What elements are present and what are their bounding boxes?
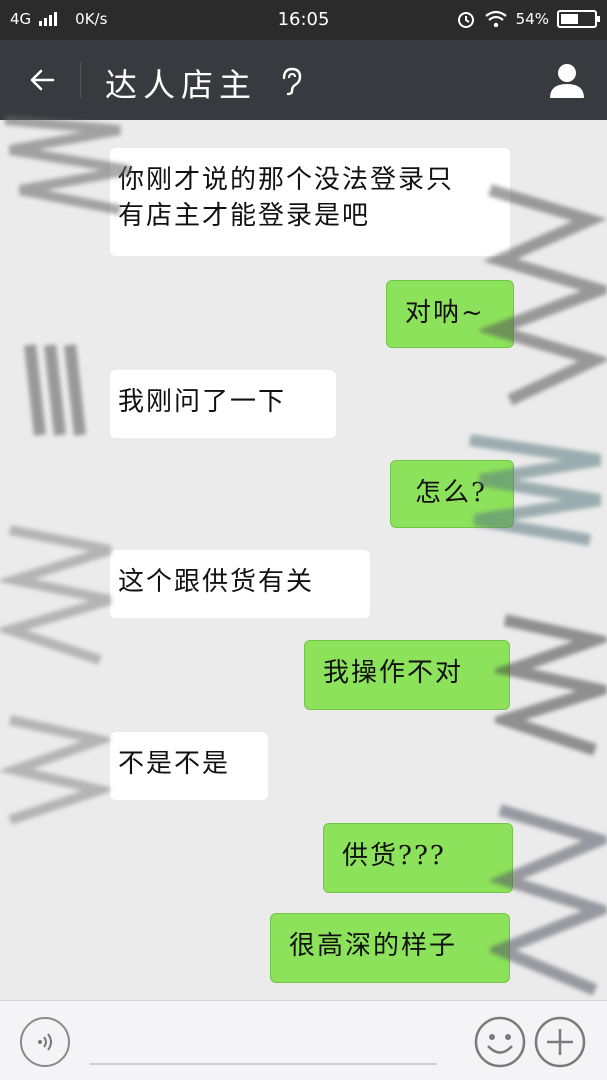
battery-icon — [557, 10, 600, 28]
status-right: 54% — [456, 9, 600, 29]
person-icon[interactable] — [547, 60, 587, 100]
redaction-scribble — [4, 115, 131, 215]
message-bubble-incoming[interactable]: 你刚才说的那个没法登录只 有店主才能登录是吧 — [110, 148, 510, 256]
voice-button[interactable] — [20, 1017, 70, 1067]
message-text: 供货??? — [342, 841, 446, 871]
plus-icon[interactable] — [533, 1015, 587, 1069]
redaction-scribble — [0, 715, 110, 825]
input-bar — [0, 1000, 607, 1080]
redaction-scribble — [24, 344, 86, 436]
message-line: 有店主才能登录是吧 — [118, 201, 371, 231]
smiley-icon[interactable] — [473, 1015, 527, 1069]
wifi-icon — [484, 10, 507, 28]
message-text: 我操作不对 — [323, 658, 464, 688]
voice-icon — [38, 1033, 52, 1051]
redaction-scribble — [0, 525, 112, 665]
alarm-icon — [457, 12, 474, 28]
message-line: 你刚才说的那个没法登录只 — [118, 165, 455, 195]
header-divider — [80, 62, 81, 98]
message-text: 很高深的样子 — [289, 931, 458, 961]
message-bubble-outgoing[interactable]: 供货??? — [323, 823, 513, 893]
battery-percent: 54% — [515, 10, 549, 28]
chat-area: 你刚才说的那个没法登录只 有店主才能登录是吧 对呐~ 我刚问了一下 怎么? 这个… — [0, 115, 607, 1000]
message-text: 这个跟供货有关 — [118, 567, 315, 597]
status-bar: 4G 0K/s 16:05 54% — [0, 0, 607, 40]
message-bubble-outgoing[interactable]: 很高深的样子 — [270, 913, 510, 983]
redaction-scribble — [490, 804, 607, 996]
message-bubble-outgoing[interactable]: 我操作不对 — [304, 640, 510, 710]
arrow-left-icon — [30, 69, 55, 91]
message-bubble-incoming[interactable]: 不是不是 — [110, 732, 268, 800]
ear-icon[interactable] — [278, 66, 304, 96]
message-text: 不是不是 — [118, 749, 231, 779]
message-bubble-incoming[interactable]: 这个跟供货有关 — [110, 550, 370, 618]
redaction-scribble — [469, 434, 601, 546]
message-input[interactable] — [90, 1063, 437, 1065]
back-button[interactable] — [20, 58, 64, 102]
redaction-scribble — [495, 614, 607, 756]
message-text: 我刚问了一下 — [118, 387, 287, 417]
message-text: 对呐~ — [405, 298, 485, 328]
redaction-scribble — [480, 184, 607, 406]
message-bubble-incoming[interactable]: 我刚问了一下 — [110, 370, 336, 438]
